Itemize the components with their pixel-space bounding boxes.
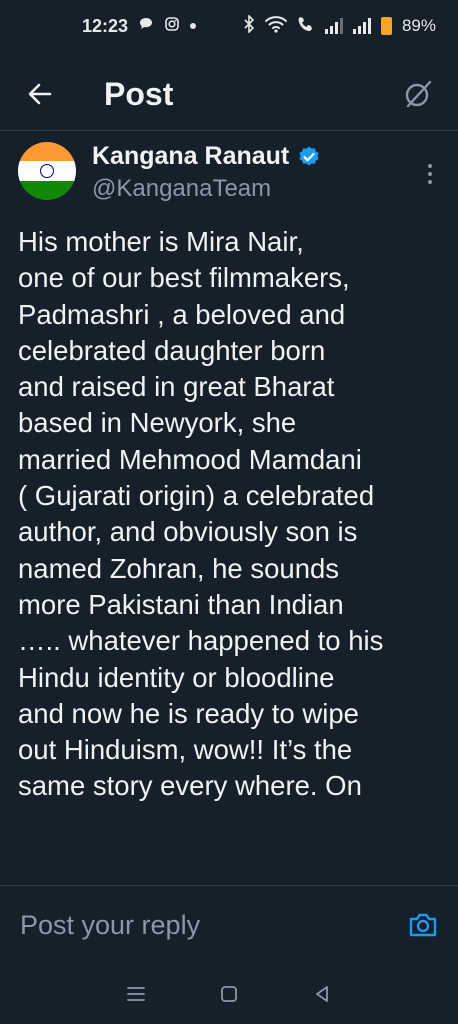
author-names: Kangana Ranaut @KanganaTeam	[92, 142, 321, 203]
camera-button[interactable]	[406, 908, 440, 942]
reply-bar	[0, 886, 458, 964]
name-row: Kangana Ranaut	[92, 142, 321, 171]
camera-icon	[409, 913, 437, 937]
display-name[interactable]: Kangana Ranaut	[92, 142, 289, 171]
back-nav-button[interactable]	[302, 974, 342, 1014]
grok-button[interactable]	[398, 74, 438, 114]
home-button[interactable]	[209, 974, 249, 1014]
status-bar-left: 12:23	[82, 15, 197, 37]
more-dot-icon	[428, 180, 432, 184]
signal-icon	[352, 18, 371, 34]
more-dot-icon	[428, 164, 432, 168]
avatar[interactable]	[18, 142, 76, 200]
home-square-icon	[221, 986, 237, 1002]
grok-icon	[405, 80, 432, 108]
status-bar-right: 89%	[243, 13, 436, 38]
battery-icon	[380, 17, 392, 35]
instagram-icon	[164, 16, 180, 37]
post-author: Kangana Ranaut @KanganaTeam	[18, 142, 440, 212]
page-title: Post	[104, 75, 174, 112]
back-button[interactable]	[20, 74, 60, 114]
status-time: 12:23	[82, 15, 129, 36]
status-bar: 12:23 89%	[0, 0, 458, 52]
wifi-icon	[264, 15, 287, 38]
bluetooth-icon	[243, 13, 255, 38]
more-dot-icon	[428, 172, 432, 176]
back-triangle-icon	[315, 986, 328, 1002]
menu-icon	[127, 987, 146, 1001]
post-text: His mother is Mira Nair, one of our best…	[18, 226, 384, 802]
app-header: Post	[0, 60, 458, 128]
battery-percent: 89%	[401, 16, 436, 35]
verified-badge-icon	[299, 146, 319, 165]
header-divider	[0, 130, 458, 131]
chat-bubble-icon	[138, 16, 154, 37]
signal-icon	[324, 18, 343, 34]
arrow-left-icon	[28, 83, 52, 105]
system-nav-bar	[0, 964, 458, 1024]
menu-button[interactable]	[116, 974, 156, 1014]
author-handle[interactable]: @KanganaTeam	[92, 175, 321, 203]
reply-input[interactable]	[18, 908, 406, 942]
more-options-button[interactable]	[420, 160, 440, 188]
dot-icon	[190, 23, 197, 29]
wifi-calling-icon	[297, 15, 315, 38]
